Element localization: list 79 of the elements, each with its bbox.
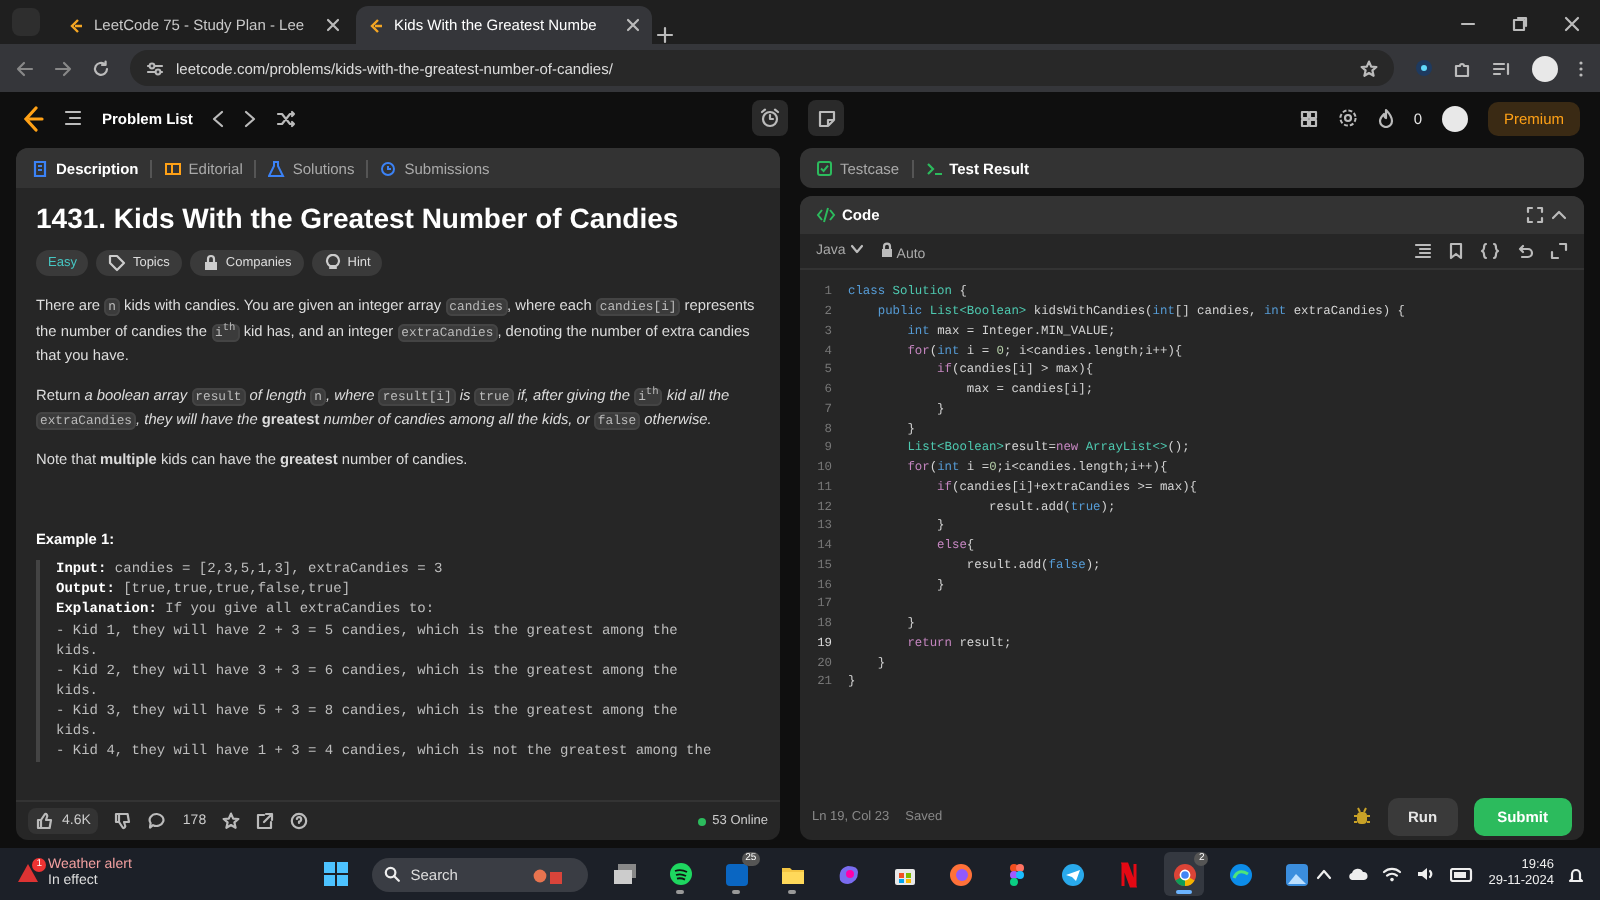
timer-button[interactable] — [752, 100, 789, 136]
clock-icon — [380, 159, 399, 177]
shuffle-icon[interactable] — [276, 109, 297, 127]
square-app-icon — [723, 861, 750, 887]
cloud-icon[interactable] — [1346, 866, 1369, 882]
code-brackets-icon — [816, 206, 836, 224]
wave-circle-icon — [1227, 861, 1254, 887]
close-icon[interactable] — [326, 18, 340, 32]
share-icon[interactable] — [256, 812, 275, 830]
stacked-windows-icon — [611, 861, 638, 887]
puzzle-icon[interactable] — [1454, 59, 1472, 77]
running-indicator — [732, 890, 741, 894]
bookmark-star-icon[interactable] — [1360, 59, 1378, 77]
notification-bell-icon[interactable] — [1568, 865, 1584, 883]
lightbulb-icon — [323, 254, 342, 272]
lock-icon — [201, 254, 220, 272]
braces-icon[interactable] — [1480, 242, 1500, 260]
notes-button[interactable] — [808, 100, 845, 136]
settings-icon[interactable] — [1337, 108, 1358, 128]
profile-avatar[interactable] — [1532, 55, 1558, 81]
expand-arrows-icon[interactable] — [1550, 242, 1568, 260]
back-arrow-icon[interactable] — [16, 59, 34, 77]
chevron-up-icon[interactable] — [1316, 868, 1333, 880]
document-icon — [32, 159, 50, 177]
thumbs-down-icon[interactable] — [114, 812, 133, 830]
lock-icon — [879, 241, 894, 257]
comment-icon[interactable] — [148, 812, 167, 830]
reload-icon[interactable] — [92, 59, 110, 77]
next-icon[interactable] — [244, 109, 257, 127]
paper-plane-icon — [1059, 861, 1086, 887]
media-controls-icon[interactable] — [1492, 59, 1512, 77]
terminal-prompt-icon — [925, 159, 944, 177]
windows-logo-icon — [324, 862, 349, 886]
wifi-icon[interactable] — [1382, 866, 1403, 882]
warning-triangle-icon[interactable] — [16, 861, 40, 883]
previous-icon[interactable] — [212, 109, 225, 127]
undo-icon[interactable] — [1516, 242, 1534, 260]
mountain-picture-icon — [1283, 861, 1310, 887]
favicon-icon — [368, 17, 384, 33]
problem-title: 1431. Kids With the Greatest Number of Candies — [36, 202, 681, 234]
running-indicator — [788, 890, 797, 894]
bookmark-icon[interactable] — [1448, 242, 1464, 260]
ribbon-letter-icon — [1115, 861, 1142, 887]
user-avatar[interactable] — [1441, 105, 1468, 131]
more-menu-icon[interactable] — [1578, 59, 1584, 77]
fullscreen-icon[interactable] — [1526, 206, 1544, 224]
status-dot — [698, 817, 707, 825]
site-settings-icon[interactable] — [146, 59, 164, 77]
extension-icon[interactable] — [1414, 58, 1434, 78]
battery-icon[interactable] — [1450, 867, 1475, 881]
running-indicator — [676, 890, 685, 894]
help-icon[interactable] — [290, 812, 309, 830]
book-icon — [164, 159, 183, 177]
flask-icon — [268, 159, 287, 177]
restore-icon[interactable] — [1512, 16, 1528, 32]
star-icon[interactable] — [222, 812, 241, 830]
list-icon[interactable] — [64, 110, 82, 126]
running-indicator — [1176, 890, 1193, 894]
note-icon — [817, 109, 836, 127]
checkbox-icon — [816, 159, 834, 177]
search-icon — [384, 866, 401, 882]
thumbs-up-icon — [36, 812, 54, 830]
chevron-down-icon — [849, 244, 864, 254]
tag-icon — [108, 254, 127, 272]
collapse-icon[interactable] — [1550, 206, 1568, 224]
sound-waves-circle-icon — [667, 861, 694, 887]
flame-icon[interactable] — [1377, 108, 1394, 128]
debug-bug-icon[interactable] — [1351, 806, 1372, 826]
format-lines-icon[interactable] — [1414, 242, 1432, 260]
speaker-icon[interactable] — [1416, 866, 1437, 882]
alarm-clock-icon — [760, 108, 781, 128]
browser-circle-icon — [1171, 861, 1198, 887]
layout-grid-icon[interactable] — [1299, 109, 1318, 127]
forward-arrow-icon[interactable] — [54, 59, 72, 77]
close-icon[interactable] — [1564, 16, 1580, 32]
new-tab-icon[interactable] — [656, 26, 674, 44]
leetcode-logo-icon[interactable] — [20, 105, 44, 131]
close-icon[interactable] — [626, 18, 640, 32]
favicon-icon — [68, 17, 84, 33]
